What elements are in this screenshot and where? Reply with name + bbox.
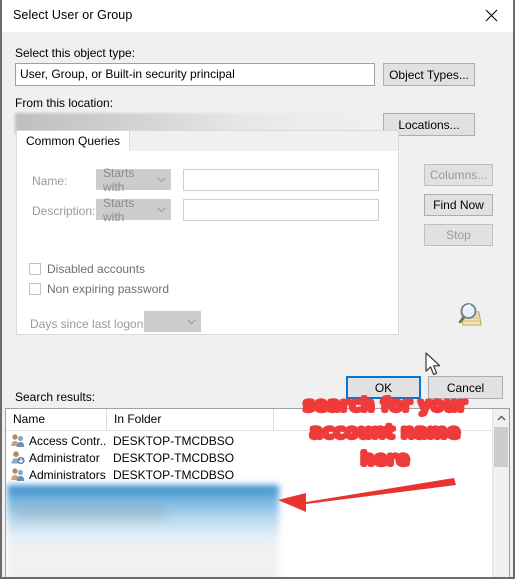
location-label: From this location: xyxy=(15,96,114,110)
days-since-logon-select[interactable] xyxy=(144,311,201,332)
description-operator-select[interactable]: Starts with xyxy=(96,196,171,224)
table-row[interactable]: Administrator DESKTOP-TMCDBSO xyxy=(6,449,509,466)
checkbox-box xyxy=(29,263,41,275)
group-icon xyxy=(10,467,26,482)
column-header-spacer xyxy=(274,409,492,430)
non-expiring-password-label: Non expiring password xyxy=(47,282,170,296)
row-name: Administrators xyxy=(29,467,106,482)
group-icon xyxy=(10,433,26,448)
description-input[interactable] xyxy=(183,199,379,221)
checkbox-box xyxy=(29,283,41,295)
table-row[interactable]: Access Contr... DESKTOP-TMCDBSO xyxy=(6,432,509,449)
tab-common-queries[interactable]: Common Queries xyxy=(16,130,131,151)
row-folder: DESKTOP-TMCDBSO xyxy=(113,467,235,482)
name-label: Name: xyxy=(32,174,68,188)
chevron-down-icon xyxy=(152,177,170,183)
chevron-down-icon xyxy=(152,207,170,213)
search-folder-icon xyxy=(449,300,483,330)
listview-scrollbar[interactable] xyxy=(492,409,509,577)
disabled-accounts-label: Disabled accounts xyxy=(47,262,146,276)
search-results-label: Search results: xyxy=(15,390,96,404)
columns-button[interactable]: Columns... xyxy=(424,164,493,186)
days-since-logon-label: Days since last logon: xyxy=(30,317,147,331)
selected-row-redacted[interactable] xyxy=(7,485,279,577)
description-label: Description: xyxy=(32,204,96,218)
column-header-name[interactable]: Name xyxy=(6,409,107,430)
common-queries-panel xyxy=(16,130,399,335)
row-name: Administrator xyxy=(29,450,100,465)
row-name: Access Contr... xyxy=(29,433,107,448)
cancel-button[interactable]: Cancel xyxy=(428,376,503,399)
object-type-label: Select this object type: xyxy=(15,46,136,60)
search-results-listview[interactable]: Name In Folder Access Contr... DESKTOP-T… xyxy=(5,408,510,577)
ok-button[interactable]: OK xyxy=(346,376,421,399)
description-operator-value: Starts with xyxy=(103,195,135,224)
selected-row-redacted-text xyxy=(16,505,166,519)
object-type-field[interactable]: User, Group, or Built-in security princi… xyxy=(15,63,375,86)
row-folder: DESKTOP-TMCDBSO xyxy=(113,433,235,448)
close-icon[interactable] xyxy=(469,0,513,31)
column-header-in-folder[interactable]: In Folder xyxy=(107,409,274,430)
row-folder: DESKTOP-TMCDBSO xyxy=(113,450,235,465)
title-bar: Select User or Group xyxy=(2,0,513,33)
object-types-button[interactable]: Object Types... xyxy=(383,63,475,86)
user-icon xyxy=(10,450,26,465)
listview-header: Name In Folder xyxy=(6,409,509,431)
chevron-up-icon[interactable] xyxy=(493,409,509,426)
name-operator-select[interactable]: Starts with xyxy=(96,166,171,194)
non-expiring-password-checkbox[interactable]: Non expiring password xyxy=(29,282,169,296)
find-now-button[interactable]: Find Now xyxy=(424,194,493,216)
stop-button[interactable]: Stop xyxy=(424,224,493,246)
chevron-down-icon xyxy=(182,319,200,325)
window-title: Select User or Group xyxy=(13,8,133,22)
select-user-or-group-dialog: Select User or Group Select this object … xyxy=(0,0,515,579)
name-input[interactable] xyxy=(183,169,379,191)
disabled-accounts-checkbox[interactable]: Disabled accounts xyxy=(29,262,145,276)
dialog-body: Select this object type: User, Group, or… xyxy=(2,32,513,577)
table-row[interactable]: Administrators DESKTOP-TMCDBSO xyxy=(6,466,509,483)
scrollbar-thumb[interactable] xyxy=(494,427,508,467)
name-operator-value: Starts with xyxy=(103,165,135,194)
